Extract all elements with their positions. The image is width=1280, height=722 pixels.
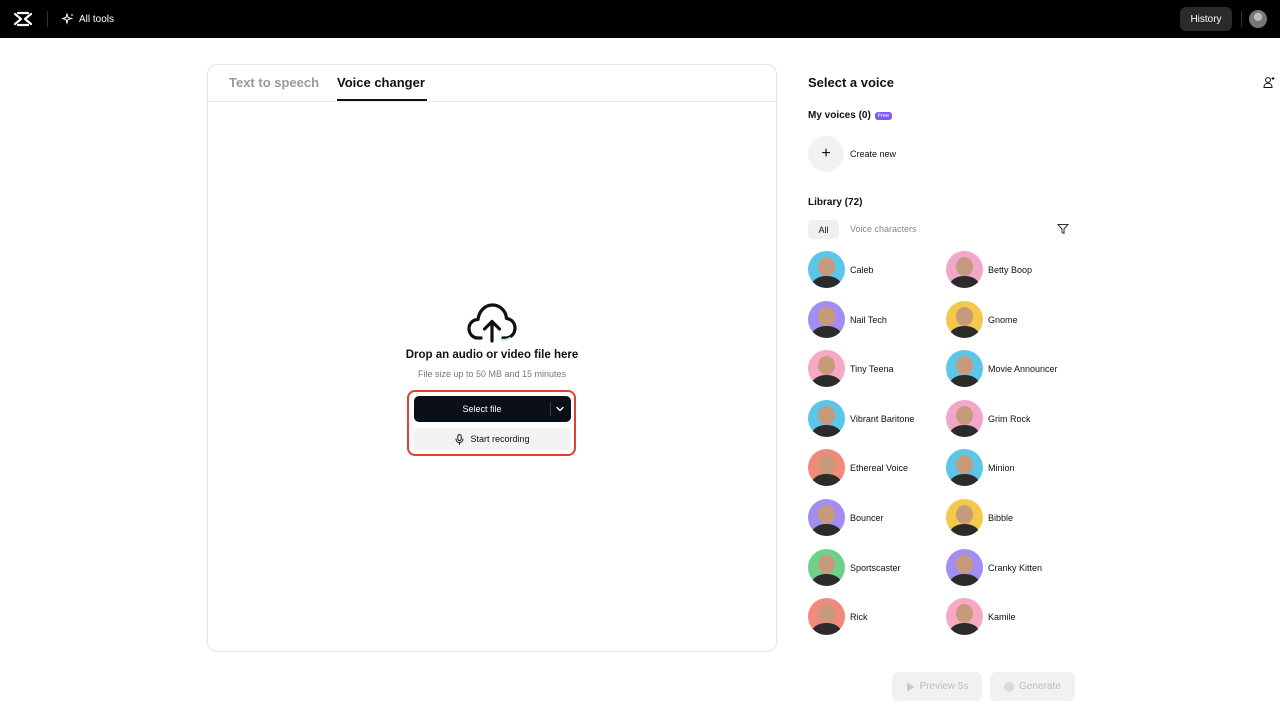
generate-label: Generate [1019, 681, 1061, 692]
plus-icon: + [821, 145, 831, 162]
voice-item[interactable]: Bouncer [808, 499, 884, 536]
voice-avatar [946, 499, 983, 536]
topbar-divider-right [1241, 11, 1242, 27]
voice-avatar [808, 251, 845, 288]
voice-avatar [946, 598, 983, 635]
voice-avatar [946, 449, 983, 486]
history-button[interactable]: History [1180, 7, 1232, 31]
chevron-down-icon[interactable] [555, 404, 565, 414]
voice-item[interactable]: Cranky Kitten [946, 549, 1042, 586]
voice-avatar [808, 449, 845, 486]
play-icon [906, 682, 915, 691]
library-heading: Library (72) [808, 197, 863, 208]
voice-avatar [946, 350, 983, 387]
voice-item[interactable]: Betty Boop [946, 251, 1032, 288]
voice-name: Movie Announcer [988, 363, 1058, 374]
my-voices-heading: My voices (0) Free [808, 110, 893, 121]
user-avatar[interactable] [1249, 10, 1267, 28]
select-voice-title: Select a voice [808, 75, 894, 90]
voice-name: Nail Tech [850, 314, 887, 325]
voice-name: Bibble [988, 512, 1014, 523]
voice-item[interactable]: Bibble [946, 499, 1013, 536]
voice-name: Gnome [988, 314, 1018, 325]
all-tools-label: All tools [79, 13, 115, 25]
voice-item[interactable]: Minion [946, 449, 1015, 486]
voice-item[interactable]: Grim Rock [946, 400, 1031, 437]
voice-name: Grim Rock [988, 413, 1031, 424]
voice-name: Minion [988, 462, 1015, 473]
drop-title: Drop an audio or video file here [405, 349, 579, 361]
voice-avatar [808, 301, 845, 338]
active-tab-indicator [337, 99, 427, 101]
voice-name: Bouncer [850, 512, 884, 523]
voice-item[interactable]: Vibrant Baritone [808, 400, 914, 437]
voice-avatar [808, 598, 845, 635]
add-voice-icon[interactable] [1263, 76, 1275, 89]
voice-avatar [808, 499, 845, 536]
start-recording-button[interactable]: Start recording [414, 428, 571, 450]
select-file-button[interactable]: Select file [414, 396, 571, 422]
top-bar: All tools History [0, 0, 1280, 38]
microphone-icon [455, 433, 464, 445]
tab-voice-changer[interactable]: Voice changer [337, 75, 425, 90]
voice-avatar [808, 400, 845, 437]
voice-item[interactable]: Movie Announcer [946, 350, 1058, 387]
voice-item[interactable]: Ethereal Voice [808, 449, 908, 486]
filter-chip-voice-characters[interactable]: Voice characters [850, 224, 917, 234]
voice-item[interactable]: Tiny Teena [808, 350, 894, 387]
all-tools-button[interactable]: All tools [62, 11, 114, 27]
tab-text-to-speech[interactable]: Text to speech [229, 75, 319, 90]
create-new-label[interactable]: Create new [850, 149, 896, 159]
voice-name: Ethereal Voice [850, 462, 909, 473]
voice-name: Sportscaster [850, 562, 901, 573]
voice-avatar [946, 400, 983, 437]
voice-item[interactable]: Nail Tech [808, 301, 887, 338]
voice-avatar [808, 549, 845, 586]
capcut-logo-icon[interactable] [13, 9, 33, 29]
sparkle-icon [62, 13, 74, 25]
voice-avatar [946, 251, 983, 288]
preview-button[interactable]: Preview 5s [892, 672, 982, 701]
voice-name: Cranky Kitten [988, 562, 1043, 573]
voice-name: Kamile [988, 611, 1016, 622]
free-badge: Free [874, 111, 893, 120]
voice-avatar [946, 301, 983, 338]
filter-chip-all[interactable]: All [808, 220, 839, 239]
voice-name: Rick [850, 611, 868, 622]
voice-name: Caleb [850, 264, 874, 275]
generate-spinner-icon [1004, 681, 1015, 692]
voice-avatar [946, 549, 983, 586]
voice-item[interactable]: Sportscaster [808, 549, 901, 586]
drop-subtitle: File size up to 50 MB and 15 minutes [417, 369, 567, 379]
select-file-label: Select file [462, 404, 502, 414]
create-new-voice-button[interactable]: + [808, 136, 844, 172]
voice-name: Betty Boop [988, 264, 1033, 275]
my-voices-label: My voices (0) [808, 110, 871, 121]
preview-label: Preview 5s [919, 681, 969, 692]
voice-item[interactable]: Caleb [808, 251, 874, 288]
voice-name: Tiny Teena [850, 363, 894, 374]
cloud-upload-icon [467, 303, 517, 343]
generate-button[interactable]: Generate [990, 672, 1075, 701]
voice-avatar [808, 350, 845, 387]
filter-icon[interactable] [1057, 223, 1069, 235]
topbar-divider [47, 11, 48, 27]
start-recording-label: Start recording [470, 434, 530, 444]
select-file-divider [550, 402, 551, 416]
tab-bar: Text to speech Voice changer [208, 65, 776, 102]
voice-item[interactable]: Gnome [946, 301, 1018, 338]
voice-item[interactable]: Rick [808, 598, 868, 635]
voice-name: Vibrant Baritone [850, 413, 915, 424]
voice-item[interactable]: Kamile [946, 598, 1016, 635]
